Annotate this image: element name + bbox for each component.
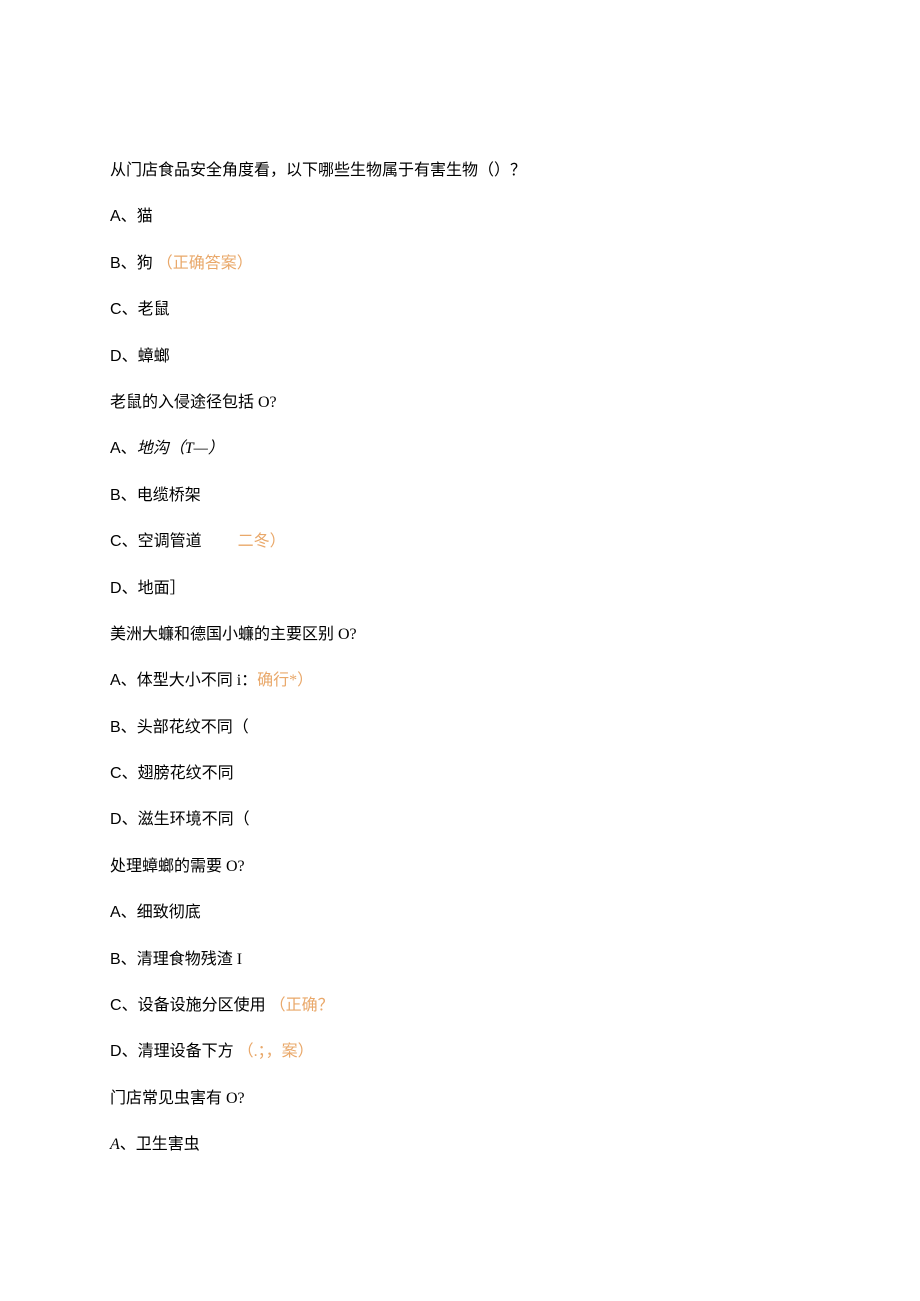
q1-option-a: A、猫 <box>110 206 810 228</box>
option-letter: D <box>110 580 122 597</box>
option-letter: A <box>110 208 121 225</box>
answer-note: 确行*） <box>257 672 313 689</box>
separator: 、 <box>122 580 138 597</box>
q2-option-a: A、地沟（T—） <box>110 438 810 460</box>
option-text: 地沟（T—） <box>137 440 224 457</box>
option-text: 卫生害虫 <box>136 1136 200 1153</box>
option-text: 体型大小不同 i： <box>137 672 257 689</box>
option-letter: A <box>110 672 121 689</box>
option-text: 空调管道 <box>138 533 202 550</box>
q2-option-d: D、地面］ <box>110 578 810 600</box>
question-1-text: 从门店食品安全角度看，以下哪些生物属于有害生物（）？ <box>110 160 810 182</box>
separator: 、 <box>121 951 137 968</box>
option-text: 清理设备下方 <box>138 1043 234 1060</box>
separator: 、 <box>121 672 137 689</box>
option-letter: D <box>110 1043 122 1060</box>
q4-option-a: A、细致彻底 <box>110 902 810 924</box>
option-letter: B <box>110 487 121 504</box>
answer-note: （正确答案） <box>157 255 253 272</box>
option-letter: B <box>110 951 121 968</box>
question-2-text: 老鼠的入侵途径包括 O? <box>110 392 810 414</box>
option-text: 翅膀花纹不同 <box>138 765 234 782</box>
q5-option-a: A、卫生害虫 <box>110 1134 810 1156</box>
option-letter: C <box>110 765 122 782</box>
q4-option-c: C、设备设施分区使用 （正确？ <box>110 995 810 1017</box>
separator: 、 <box>122 348 138 365</box>
separator: 、 <box>122 997 138 1014</box>
option-letter: A <box>110 904 121 921</box>
q2-option-c: C、空调管道 二冬） <box>110 531 810 553</box>
q1-option-d: D、蟑螂 <box>110 346 810 368</box>
option-letter: C <box>110 533 122 550</box>
separator: 、 <box>122 1043 138 1060</box>
option-text: 滋生环境不同（ <box>138 811 250 828</box>
q4-option-d: D、清理设备下方 （.；，案） <box>110 1041 810 1063</box>
separator: 、 <box>121 208 137 225</box>
option-letter: D <box>110 811 122 828</box>
question-3-text: 美洲大蠊和德国小蠊的主要区别 O? <box>110 624 810 646</box>
separator: 、 <box>121 440 137 457</box>
separator: 、 <box>121 255 137 272</box>
question-4-text: 处理蟑螂的需要 O? <box>110 856 810 878</box>
option-letter: A <box>110 1136 120 1153</box>
q4-option-b: B、清理食物残渣 I <box>110 949 810 971</box>
q1-option-c: C、老鼠 <box>110 299 810 321</box>
separator: 、 <box>122 301 138 318</box>
q3-option-a: A、体型大小不同 i：确行*） <box>110 670 810 692</box>
document-page: 从门店食品安全角度看，以下哪些生物属于有害生物（）？ A、猫 B、狗 （正确答案… <box>0 0 920 1281</box>
separator: 、 <box>121 904 137 921</box>
answer-note: 二冬） <box>238 533 286 550</box>
q2-option-b: B、电缆桥架 <box>110 485 810 507</box>
separator: 、 <box>122 533 138 550</box>
q1-option-b: B、狗 （正确答案） <box>110 253 810 275</box>
separator: 、 <box>121 487 137 504</box>
option-text: 头部花纹不同（ <box>137 719 249 736</box>
separator: 、 <box>120 1136 136 1153</box>
option-letter: C <box>110 301 122 318</box>
separator: 、 <box>122 811 138 828</box>
separator: 、 <box>121 719 137 736</box>
option-letter: A <box>110 440 121 457</box>
option-text: 清理食物残渣 I <box>137 951 242 968</box>
option-letter: B <box>110 719 121 736</box>
separator: 、 <box>122 765 138 782</box>
option-letter: C <box>110 997 122 1014</box>
answer-note: （.；，案） <box>238 1043 314 1060</box>
option-text: 蟑螂 <box>138 348 170 365</box>
answer-note: （正确？ <box>270 997 334 1014</box>
question-5-text: 门店常见虫害有 O? <box>110 1088 810 1110</box>
option-letter: D <box>110 348 122 365</box>
q3-option-b: B、头部花纹不同（ <box>110 717 810 739</box>
option-text: 细致彻底 <box>137 904 201 921</box>
option-letter: B <box>110 255 121 272</box>
option-text: 地面］ <box>138 580 186 597</box>
option-text: 猫 <box>137 208 153 225</box>
option-text: 老鼠 <box>138 301 170 318</box>
q3-option-d: D、滋生环境不同（ <box>110 809 810 831</box>
option-text: 狗 <box>137 255 153 272</box>
option-text: 电缆桥架 <box>137 487 201 504</box>
option-text: 设备设施分区使用 <box>138 997 266 1014</box>
q3-option-c: C、翅膀花纹不同 <box>110 763 810 785</box>
